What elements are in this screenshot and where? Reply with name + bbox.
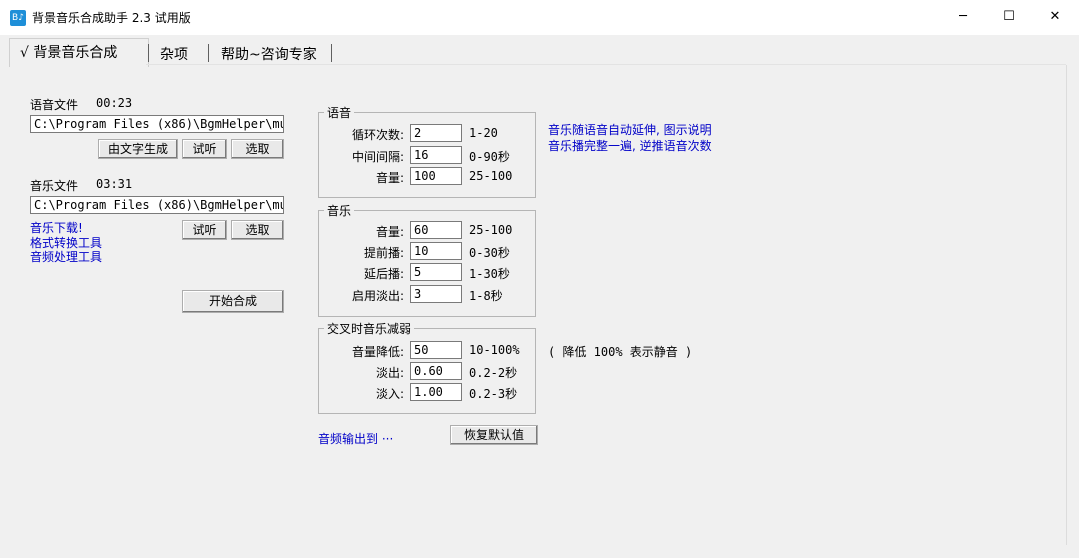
loop-count-input[interactable]: 2: [410, 124, 462, 142]
close-button[interactable]: ✕: [1032, 0, 1078, 34]
cross-group-title: 交叉时音乐减弱: [324, 320, 415, 337]
music-group-title: 音乐: [324, 202, 355, 219]
tab-separator: [331, 44, 332, 62]
title-bar: B♪ 背景音乐合成助手 2.3 试用版 ─ ☐ ✕: [0, 0, 1079, 35]
generate-from-text-button[interactable]: 由文字生成: [98, 139, 178, 159]
cross-fadeout-label: 淡出:: [375, 366, 404, 380]
cross-fadein-range: 0.2-3秒: [469, 387, 518, 401]
voice-select-button[interactable]: 选取: [231, 139, 284, 159]
tab-misc[interactable]: 杂项: [160, 44, 188, 64]
voice-volume-label: 音量:: [375, 171, 404, 185]
tab-bgm-synthesis[interactable]: √ 背景音乐合成: [20, 42, 117, 62]
start-synthesis-button[interactable]: 开始合成: [182, 290, 284, 313]
loop-count-label: 循环次数:: [351, 128, 404, 142]
fadeout-range: 1-8秒: [469, 289, 503, 303]
fadeout-label: 启用淡出:: [351, 289, 404, 303]
delay-range: 1-30秒: [469, 267, 510, 281]
music-volume-label: 音量:: [375, 225, 404, 239]
voice-group-title: 语音: [324, 104, 355, 121]
tab-label: 背景音乐合成: [33, 45, 118, 61]
voice-file-label: 语音文件: [30, 98, 79, 112]
interval-range: 0-90秒: [469, 150, 510, 164]
maximize-button[interactable]: ☐: [986, 0, 1032, 34]
auto-extend-link[interactable]: 音乐随语音自动延伸, 图示说明: [548, 121, 712, 138]
window-title: 背景音乐合成助手 2.3 试用版: [32, 11, 191, 25]
app-icon: B♪: [10, 10, 26, 26]
cross-fadeout-range: 0.2-2秒: [469, 366, 518, 380]
check-icon: √: [20, 45, 29, 61]
interval-label: 中间间隔:: [351, 150, 404, 164]
voice-volume-input[interactable]: 100: [410, 167, 462, 185]
lead-time-input[interactable]: 10: [410, 242, 462, 260]
output-location-link[interactable]: 音频输出到 ···: [318, 430, 393, 447]
music-file-label: 音乐文件: [30, 179, 79, 193]
music-volume-input[interactable]: 60: [410, 221, 462, 239]
panel-border: [1066, 65, 1067, 545]
lead-time-range: 0-30秒: [469, 246, 510, 260]
tab-help[interactable]: 帮助~咨询专家: [221, 44, 317, 64]
volume-reduce-input[interactable]: 50: [410, 341, 462, 359]
music-volume-range: 25-100: [469, 223, 513, 237]
voice-listen-button[interactable]: 试听: [182, 139, 227, 159]
reset-defaults-button[interactable]: 恢复默认值: [450, 425, 538, 445]
reverse-count-link[interactable]: 音乐播完整一遍, 逆推语音次数: [548, 137, 712, 154]
audio-process-link[interactable]: 音频处理工具: [30, 248, 102, 265]
volume-reduce-label: 音量降低:: [351, 345, 404, 359]
voice-volume-range: 25-100: [469, 169, 513, 183]
lead-time-label: 提前播:: [363, 246, 404, 260]
tab-divider: [146, 64, 1066, 65]
fadeout-input[interactable]: 3: [410, 285, 462, 303]
music-duration: 03:31: [96, 177, 133, 191]
minimize-button[interactable]: ─: [940, 0, 986, 34]
loop-count-range: 1-20: [469, 126, 498, 140]
delay-label: 延后播:: [363, 267, 404, 281]
voice-duration: 00:23: [96, 96, 133, 110]
cross-fadeout-input[interactable]: 0.60: [410, 362, 462, 380]
cross-fadein-input[interactable]: 1.00: [410, 383, 462, 401]
tab-separator: [208, 44, 209, 62]
music-listen-button[interactable]: 试听: [182, 220, 227, 240]
voice-path-input[interactable]: C:\Program Files (x86)\BgmHelper\mus: [30, 115, 284, 133]
interval-input[interactable]: 16: [410, 146, 462, 164]
tab-separator: [148, 44, 149, 62]
cross-fadein-label: 淡入:: [375, 387, 404, 401]
delay-input[interactable]: 5: [410, 263, 462, 281]
music-path-input[interactable]: C:\Program Files (x86)\BgmHelper\mus: [30, 196, 284, 214]
volume-reduce-range: 10-100%: [469, 343, 520, 357]
mute-note: ( 降低 100% 表示静音 ): [548, 345, 693, 359]
music-select-button[interactable]: 选取: [231, 220, 284, 240]
